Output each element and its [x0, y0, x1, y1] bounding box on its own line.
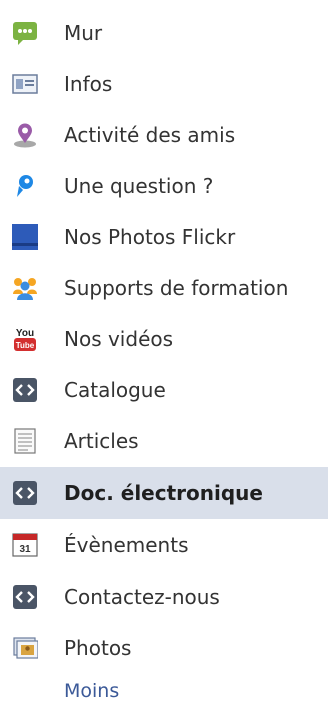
code-icon — [12, 480, 38, 506]
moins-link-label: Moins — [64, 680, 120, 702]
flickr-icon — [12, 224, 38, 250]
sidebar-item-supports-de-formation[interactable]: Supports de formation — [0, 262, 328, 314]
wall-icon — [12, 20, 38, 46]
sidebar-item-doc-electronique[interactable]: Doc. électronique — [0, 467, 328, 519]
sidebar-item-mur[interactable]: Mur — [0, 7, 328, 59]
calendar-day-text: 31 — [19, 544, 31, 555]
sidebar-item-label: Nos vidéos — [64, 327, 174, 351]
code-icon — [12, 584, 38, 610]
sidebar-item-label: Une question ? — [64, 174, 214, 198]
sidebar-item-label: Contactez-nous — [64, 585, 220, 609]
sidebar-item-label: Mur — [64, 21, 103, 45]
sidebar-item-label: Doc. électronique — [64, 481, 263, 505]
sidebar-item-label: Articles — [64, 429, 139, 453]
sidebar-item-label: Catalogue — [64, 378, 166, 402]
photos-icon — [12, 635, 38, 661]
map-pin-icon — [12, 122, 38, 148]
svg-text:Tube: Tube — [16, 341, 35, 350]
sidebar-menu: Mur Infos Activité des amis Une question… — [0, 0, 328, 709]
moins-link[interactable]: Moins — [0, 673, 328, 709]
notes-icon — [12, 428, 38, 454]
sidebar-item-nos-photos-flickr[interactable]: Nos Photos Flickr — [0, 211, 328, 263]
sidebar-item-evenements[interactable]: 31 Évènements — [0, 519, 328, 571]
sidebar-item-une-question[interactable]: Une question ? — [0, 160, 328, 212]
sidebar-item-contactez-nous[interactable]: Contactez-nous — [0, 571, 328, 623]
sidebar-item-label: Photos — [64, 636, 132, 660]
sidebar-item-label: Infos — [64, 72, 113, 96]
sidebar-item-label: Activité des amis — [64, 123, 236, 147]
sidebar-item-catalogue[interactable]: Catalogue — [0, 364, 328, 416]
svg-text:You: You — [16, 328, 34, 339]
youtube-icon: You Tube — [12, 326, 38, 352]
sidebar-item-articles[interactable]: Articles — [0, 415, 328, 467]
sidebar-item-infos[interactable]: Infos — [0, 58, 328, 110]
sidebar-item-label: Nos Photos Flickr — [64, 225, 236, 249]
info-card-icon — [12, 71, 38, 97]
calendar-icon: 31 — [12, 532, 38, 558]
question-icon — [12, 173, 38, 199]
sidebar-item-nos-videos[interactable]: You Tube Nos vidéos — [0, 313, 328, 365]
sidebar-item-photos[interactable]: Photos — [0, 622, 328, 674]
code-icon — [12, 377, 38, 403]
people-icon — [12, 275, 38, 301]
sidebar-item-label: Évènements — [64, 533, 189, 557]
sidebar-item-label: Supports de formation — [64, 276, 289, 300]
sidebar-item-activite-des-amis[interactable]: Activité des amis — [0, 109, 328, 161]
